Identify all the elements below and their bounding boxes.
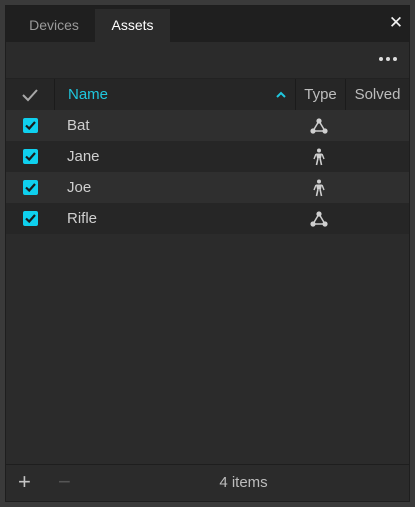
checkbox[interactable] [23, 118, 38, 133]
checkbox[interactable] [23, 180, 38, 195]
asset-name: Bat [67, 117, 90, 134]
asset-name: Joe [67, 179, 92, 196]
rigid-body-icon [308, 117, 330, 135]
tab-assets[interactable]: Assets [95, 9, 170, 42]
sort-ascending-icon [275, 79, 287, 111]
item-count: 4 items [219, 474, 268, 491]
table-header: Name Type Solved [6, 78, 409, 111]
rigid-body-icon [308, 210, 330, 228]
checkbox[interactable] [23, 149, 38, 164]
column-header-type[interactable]: Type [296, 79, 346, 110]
footer-bar: + − 4 items [6, 464, 409, 501]
column-name-label: Name [68, 86, 109, 103]
column-header-check[interactable] [6, 79, 55, 110]
table-row[interactable]: Bat [6, 110, 409, 141]
close-icon[interactable]: ✕ [387, 12, 405, 34]
table-row[interactable]: Joe [6, 172, 409, 203]
assets-panel: Devices Assets ✕ Name Type Solved Bat Ja… [5, 5, 410, 502]
table-row[interactable]: Rifle [6, 203, 409, 234]
checkbox[interactable] [23, 211, 38, 226]
asset-name: Rifle [67, 210, 98, 227]
table-row[interactable]: Jane [6, 141, 409, 172]
skeleton-icon [308, 148, 330, 166]
more-icon[interactable] [377, 50, 399, 68]
tab-devices[interactable]: Devices [18, 9, 90, 42]
tab-bar: Devices Assets ✕ [6, 6, 409, 42]
column-header-name[interactable]: Name [55, 79, 296, 110]
asset-name: Jane [67, 148, 100, 165]
column-header-solved[interactable]: Solved [346, 79, 409, 110]
skeleton-icon [308, 179, 330, 197]
toolbar [6, 42, 409, 78]
